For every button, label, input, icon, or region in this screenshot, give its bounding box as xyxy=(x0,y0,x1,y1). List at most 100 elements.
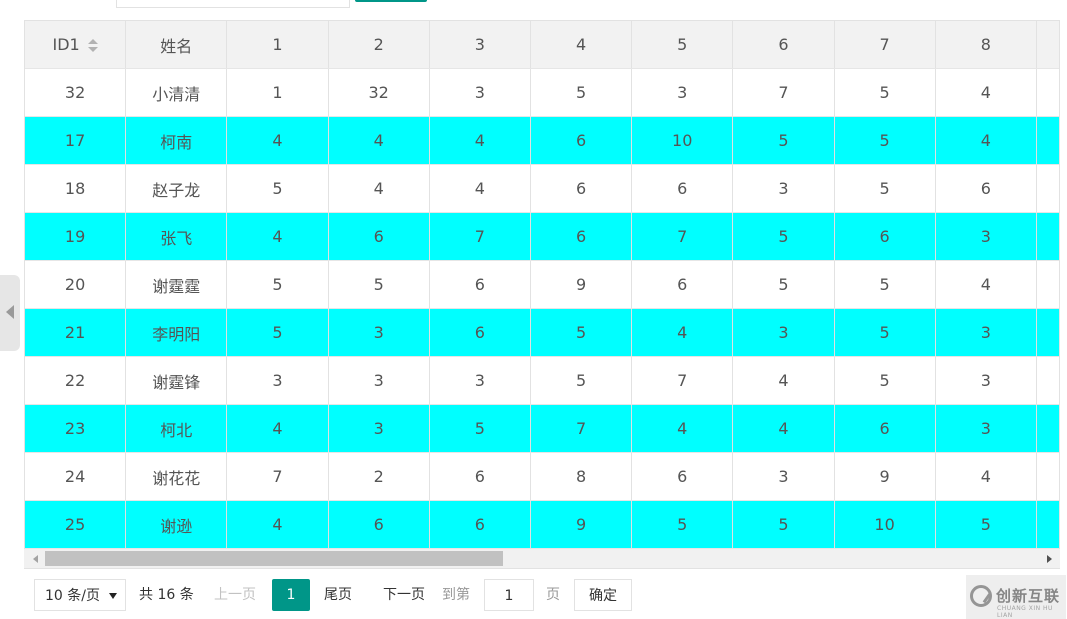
watermark-logo: 创新互联 CHUANG XIN HU LIAN xyxy=(966,575,1066,619)
cell-name: 柯南 xyxy=(125,116,228,165)
table-row[interactable]: 22 谢霆锋 3 3 3 5 7 4 5 3 xyxy=(25,356,1059,405)
cell-value: 3 xyxy=(935,404,1037,453)
confirm-button[interactable]: 确定 xyxy=(574,579,632,611)
cell-overflow xyxy=(1036,308,1059,357)
cell-overflow xyxy=(1036,116,1059,165)
table-row[interactable]: 24 谢花花 7 2 6 8 6 3 9 4 xyxy=(25,452,1059,501)
top-search-input[interactable] xyxy=(116,0,350,8)
table-row[interactable]: 32 小清清 1 32 3 5 3 7 5 4 xyxy=(25,68,1059,117)
cell-value: 6 xyxy=(631,164,734,213)
column-header: 3 xyxy=(429,21,531,69)
cell-value: 7 xyxy=(530,404,633,453)
pagination: 10 条/页 共 16 条 上一页 1 尾页 下一页 到第 1 页 确定 xyxy=(24,569,1067,619)
cell-value: 4 xyxy=(226,500,329,549)
cell-overflow xyxy=(1036,452,1059,501)
cell-value: 4 xyxy=(328,116,430,165)
cell-value: 5 xyxy=(328,260,430,309)
cell-id: 18 xyxy=(25,164,127,213)
cell-value: 7 xyxy=(226,452,329,501)
cell-value: 5 xyxy=(226,308,329,357)
cell-value: 6 xyxy=(834,404,936,453)
cell-value: 4 xyxy=(429,116,531,165)
cell-value: 9 xyxy=(834,452,936,501)
top-search-button[interactable] xyxy=(355,0,427,2)
cell-name: 张飞 xyxy=(125,212,228,261)
cell-value: 4 xyxy=(631,308,734,357)
table-header-row: ID1 姓名 1 2 3 4 5 6 7 8 xyxy=(25,21,1059,69)
watermark-subtext: CHUANG XIN HU LIAN xyxy=(997,605,1053,619)
page-size-select[interactable]: 10 条/页 xyxy=(34,579,126,611)
goto-page-input[interactable]: 1 xyxy=(484,579,534,611)
cell-value: 3 xyxy=(226,356,329,405)
cell-overflow xyxy=(1036,260,1059,309)
cell-overflow xyxy=(1036,404,1059,453)
cell-value: 6 xyxy=(429,308,531,357)
column-header: 5 xyxy=(631,21,734,69)
column-header-id[interactable]: ID1 xyxy=(25,21,127,69)
cell-value: 3 xyxy=(328,356,430,405)
cell-name: 谢逊 xyxy=(125,500,228,549)
cell-value: 7 xyxy=(429,212,531,261)
cell-name: 李明阳 xyxy=(125,308,228,357)
cell-value: 4 xyxy=(732,356,835,405)
cell-value: 3 xyxy=(935,308,1037,357)
table-row[interactable]: 20 谢霆霆 5 5 6 9 6 5 5 4 xyxy=(25,260,1059,309)
cell-value: 5 xyxy=(631,500,734,549)
column-header: 4 xyxy=(530,21,633,69)
cell-name: 柯北 xyxy=(125,404,228,453)
brand-logo-icon xyxy=(970,585,992,607)
table-row[interactable]: 23 柯北 4 3 5 7 4 4 6 3 xyxy=(25,404,1059,453)
cell-value: 4 xyxy=(935,68,1037,117)
table-row[interactable]: 25 谢逊 4 6 6 9 5 5 10 5 xyxy=(25,500,1059,549)
cell-value: 6 xyxy=(631,260,734,309)
cell-value: 7 xyxy=(631,212,734,261)
cell-value: 6 xyxy=(429,500,531,549)
cell-name: 赵子龙 xyxy=(125,164,228,213)
cell-value: 4 xyxy=(226,212,329,261)
last-page-button[interactable]: 尾页 xyxy=(324,579,352,611)
cell-value: 6 xyxy=(631,452,734,501)
cell-value: 6 xyxy=(328,500,430,549)
cell-id: 21 xyxy=(25,308,127,357)
prev-page-button[interactable]: 上一页 xyxy=(214,579,256,611)
data-table: ID1 姓名 1 2 3 4 5 6 7 8 32 小清清 1 32 3 5 3 7 5 4 17 柯… xyxy=(24,20,1060,569)
horizontal-scrollbar[interactable] xyxy=(24,549,1060,569)
cell-value: 5 xyxy=(226,260,329,309)
cell-id: 23 xyxy=(25,404,127,453)
cell-id: 20 xyxy=(25,260,127,309)
cell-value: 4 xyxy=(226,116,329,165)
table-row[interactable]: 19 张飞 4 6 7 6 7 5 6 3 xyxy=(25,212,1059,261)
scroll-right-icon[interactable] xyxy=(1047,555,1052,563)
cell-value: 10 xyxy=(834,500,936,549)
cell-value: 6 xyxy=(429,260,531,309)
scroll-left-icon[interactable] xyxy=(33,555,38,563)
cell-value: 5 xyxy=(732,212,835,261)
cell-value: 4 xyxy=(429,164,531,213)
table-row[interactable]: 17 柯南 4 4 4 6 10 5 5 4 xyxy=(25,116,1059,165)
cell-value: 5 xyxy=(732,500,835,549)
current-page-button[interactable]: 1 xyxy=(272,579,310,611)
sort-icon[interactable] xyxy=(87,38,98,53)
cell-value: 6 xyxy=(530,116,633,165)
watermark-text: 创新互联 xyxy=(996,587,1061,605)
next-page-button[interactable]: 下一页 xyxy=(383,579,425,611)
goto-unit-label: 页 xyxy=(546,587,560,603)
page-size-label: 10 条/页 xyxy=(45,588,100,604)
cell-value: 7 xyxy=(732,68,835,117)
cell-value: 5 xyxy=(834,308,936,357)
cell-value: 4 xyxy=(226,404,329,453)
cell-value: 5 xyxy=(429,404,531,453)
cell-value: 5 xyxy=(732,260,835,309)
table-row[interactable]: 21 李明阳 5 3 6 5 4 3 5 3 xyxy=(25,308,1059,357)
cell-value: 3 xyxy=(328,404,430,453)
scrollbar-thumb[interactable] xyxy=(45,551,503,566)
cell-name: 谢霆锋 xyxy=(125,356,228,405)
cell-id: 24 xyxy=(25,452,127,501)
column-header: 1 xyxy=(226,21,329,69)
cell-value: 9 xyxy=(530,260,633,309)
sidebar-collapse-handle[interactable] xyxy=(0,275,20,351)
cell-overflow xyxy=(1036,356,1059,405)
cell-value: 4 xyxy=(732,404,835,453)
table-row[interactable]: 18 赵子龙 5 4 4 6 6 3 5 6 xyxy=(25,164,1059,213)
cell-name: 小清清 xyxy=(125,68,228,117)
